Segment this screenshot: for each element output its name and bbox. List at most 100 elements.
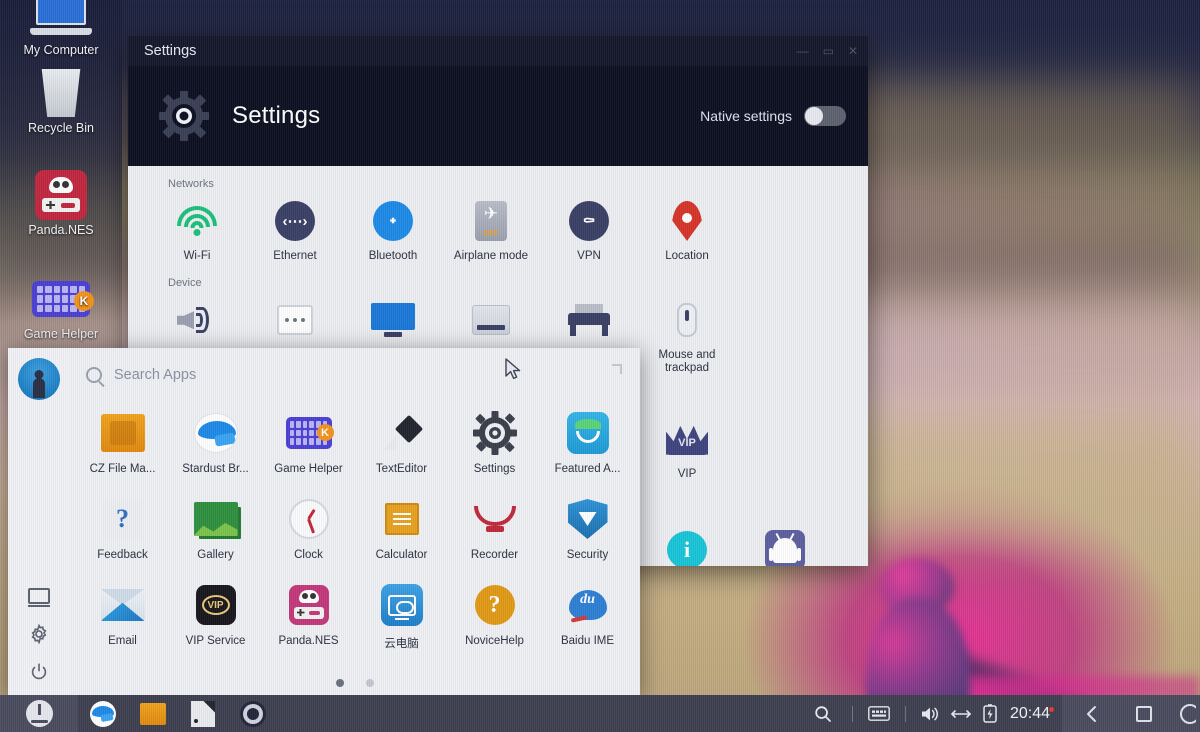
settings-item-label: Location bbox=[665, 250, 709, 262]
vip-crown-icon: VIP bbox=[638, 416, 736, 462]
tray-search-icon[interactable] bbox=[802, 695, 844, 732]
app-item-texteditor[interactable]: TextEditor bbox=[355, 402, 448, 488]
desktop-icon-recycle-bin[interactable]: Recycle Bin bbox=[0, 66, 122, 135]
window-controls[interactable]: — ▭ ✕ bbox=[797, 36, 858, 66]
minimize-icon[interactable]: — bbox=[797, 44, 809, 58]
app-item-featured-apps[interactable]: Featured A... bbox=[541, 402, 634, 488]
android-robot-icon bbox=[736, 527, 834, 566]
app-item-cz-file-manager[interactable]: CZ File Ma... bbox=[76, 402, 169, 488]
settings-gear-icon bbox=[158, 90, 210, 142]
app-item-stardust-browser[interactable]: Stardust Br... bbox=[169, 402, 262, 488]
pen-icon bbox=[355, 408, 448, 458]
folder-icon bbox=[76, 408, 169, 458]
gear-icon[interactable] bbox=[28, 624, 50, 644]
tray-volume-icon[interactable] bbox=[914, 695, 946, 732]
power-icon[interactable] bbox=[28, 662, 50, 682]
settings-item-root-permissions[interactable]: Root Permissions bbox=[736, 521, 834, 566]
group-label-device: Device bbox=[168, 277, 202, 290]
chevron-left-icon[interactable] bbox=[1066, 695, 1118, 732]
native-settings-toggle[interactable] bbox=[804, 106, 846, 126]
app-item-panda-nes[interactable]: Panda.NES bbox=[262, 574, 355, 660]
circle-icon[interactable] bbox=[1170, 695, 1196, 732]
search-input[interactable]: Search Apps bbox=[114, 367, 196, 383]
taskbar-item-text-editor[interactable] bbox=[178, 695, 228, 732]
settings-item-wifi[interactable]: Wi-Fi bbox=[148, 192, 246, 271]
laptop-icon bbox=[0, 0, 122, 42]
tray-battery-icon[interactable] bbox=[976, 695, 1004, 732]
app-item-clock[interactable]: Clock bbox=[262, 488, 355, 574]
tray-keyboard-icon[interactable] bbox=[861, 695, 897, 732]
app-drawer[interactable]: Search Apps CZ File Ma... Stardust Br... bbox=[8, 348, 640, 696]
app-label: Stardust Br... bbox=[182, 463, 249, 475]
app-item-cloud-pc[interactable]: 云电脑 bbox=[355, 574, 448, 660]
square-icon[interactable] bbox=[1118, 695, 1170, 732]
settings-item-vip[interactable]: VIP VIP bbox=[638, 410, 736, 489]
settings-item-label: Bluetooth bbox=[368, 250, 418, 262]
notification-icon bbox=[246, 297, 344, 343]
native-settings-label: Native settings bbox=[700, 108, 792, 124]
desktop-icon-game-helper[interactable]: K Game Helper bbox=[0, 272, 122, 341]
tray-clock[interactable]: 20:44 bbox=[1004, 705, 1062, 723]
info-icon: i bbox=[638, 527, 736, 566]
settings-item-mouse-and-trackpad[interactable]: Mouse and trackpad bbox=[638, 291, 736, 383]
app-label: Clock bbox=[294, 549, 323, 561]
app-item-novicehelp[interactable]: ? NoviceHelp bbox=[448, 574, 541, 660]
app-item-settings[interactable]: Settings bbox=[448, 402, 541, 488]
close-icon[interactable]: ✕ bbox=[848, 44, 858, 58]
app-label: Settings bbox=[473, 463, 516, 475]
app-item-security[interactable]: Security bbox=[541, 488, 634, 574]
app-item-baidu-ime[interactable]: du Baidu IME bbox=[541, 574, 634, 660]
navigation-bar bbox=[1062, 695, 1200, 732]
settings-header: Settings Native settings bbox=[128, 66, 868, 166]
envelope-icon bbox=[76, 580, 169, 630]
app-label: Game Helper bbox=[274, 463, 343, 475]
app-item-gallery[interactable]: Gallery bbox=[169, 488, 262, 574]
settings-item-bluetooth[interactable]: ᛭ Bluetooth bbox=[344, 192, 442, 271]
app-item-game-helper[interactable]: K Game Helper bbox=[262, 402, 355, 488]
settings-titlebar[interactable]: Settings — ▭ ✕ bbox=[128, 36, 868, 66]
maximize-icon[interactable]: ▭ bbox=[823, 44, 834, 58]
app-label: 云电脑 bbox=[384, 638, 419, 650]
page-dot-2[interactable] bbox=[366, 679, 374, 687]
desktop-monitor-icon[interactable] bbox=[28, 586, 50, 607]
tray-ethernet-icon[interactable] bbox=[946, 695, 976, 732]
desktop-icon-label: Game Helper bbox=[23, 327, 99, 341]
start-menu-icon[interactable] bbox=[0, 695, 78, 732]
app-item-email[interactable]: Email bbox=[76, 574, 169, 660]
settings-item-vpn[interactable]: ⚰ VPN bbox=[540, 192, 638, 271]
page-dot-1[interactable] bbox=[336, 679, 344, 687]
desktop-icon-panda-nes[interactable]: Panda.NES bbox=[0, 168, 122, 237]
app-item-calculator[interactable]: Calculator bbox=[355, 488, 448, 574]
app-drawer-search-bar[interactable]: Search Apps bbox=[70, 348, 640, 402]
app-item-feedback[interactable]: ? Feedback bbox=[76, 488, 169, 574]
panda-nes-icon bbox=[262, 580, 355, 630]
cloud-pc-icon bbox=[355, 580, 448, 630]
window-title: Settings bbox=[144, 43, 197, 59]
app-drawer-page-dots[interactable] bbox=[70, 670, 640, 696]
game-helper-keyboard-icon: K bbox=[0, 272, 122, 326]
system-tray: 20:44 bbox=[802, 695, 1200, 732]
taskbar-item-stardust-browser[interactable] bbox=[78, 695, 128, 732]
settings-item-location[interactable]: Location bbox=[638, 192, 736, 271]
app-label: Email bbox=[108, 635, 137, 647]
clock-icon bbox=[262, 494, 355, 544]
browser-icon bbox=[90, 700, 116, 727]
settings-item-ethernet[interactable]: ‹⋯› Ethernet bbox=[246, 192, 344, 271]
settings-item-airplane-mode[interactable]: OFF Airplane mode bbox=[442, 192, 540, 271]
app-label: Gallery bbox=[197, 549, 234, 561]
taskbar-item-settings[interactable] bbox=[228, 695, 278, 732]
taskbar: 20:44 bbox=[0, 695, 1200, 732]
taskbar-item-file-manager[interactable] bbox=[128, 695, 178, 732]
mouse-pointer bbox=[505, 358, 523, 382]
app-label: Panda.NES bbox=[278, 635, 339, 647]
user-avatar[interactable] bbox=[18, 358, 60, 400]
settings-item-about-tablet[interactable]: i About tablet bbox=[638, 521, 736, 566]
app-item-recorder[interactable]: Recorder bbox=[448, 488, 541, 574]
speaker-icon bbox=[148, 297, 246, 343]
app-drawer-sidebar bbox=[8, 348, 70, 696]
settings-row-networks: Wi-Fi ‹⋯› Ethernet ᛭ Bluetooth OFF Airpl… bbox=[128, 192, 868, 271]
app-item-vip-service[interactable]: VIP VIP Service bbox=[169, 574, 262, 660]
calculator-icon bbox=[355, 494, 448, 544]
desktop-icon-my-computer[interactable]: My Computer bbox=[0, 0, 122, 57]
expand-icon[interactable] bbox=[610, 364, 622, 376]
